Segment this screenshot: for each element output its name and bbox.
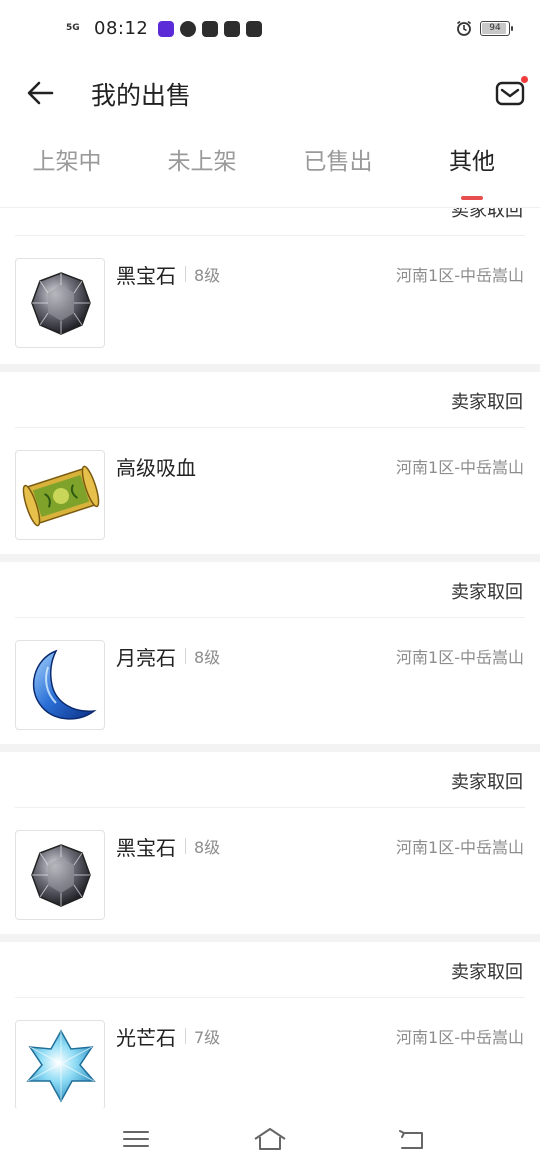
video-app-icon xyxy=(158,20,175,37)
card-body: 月亮石 8级 河南1区-中岳嵩山 xyxy=(0,618,540,752)
card-header: 卖家取回 xyxy=(15,208,525,236)
status-right: 94 xyxy=(456,20,513,36)
active-tab-indicator xyxy=(461,196,483,200)
black-gem-icon xyxy=(31,844,91,907)
item-thumbnail xyxy=(15,640,105,730)
home-button[interactable] xyxy=(252,1124,288,1154)
page-title: 我的出售 xyxy=(91,81,192,110)
scroll-icon xyxy=(22,465,100,527)
card-divider xyxy=(0,934,540,942)
app-header: 我的出售 xyxy=(0,60,540,126)
system-nav-bar xyxy=(0,1110,540,1170)
list-item[interactable]: 卖家取回 光芒石 7级 河南1区-中岳嵩山 xyxy=(0,942,540,1108)
compass-app-icon xyxy=(180,20,197,37)
back-nav-button[interactable] xyxy=(394,1124,430,1154)
tab-other[interactable]: 其他 xyxy=(417,142,527,176)
item-level: 7级 xyxy=(194,1028,221,1047)
home-icon xyxy=(254,1128,286,1150)
item-status: 卖家取回 xyxy=(451,208,523,221)
moonstone-icon xyxy=(32,649,97,720)
network-indicator: 5G xyxy=(66,23,80,33)
card-header: 卖家取回 xyxy=(15,752,525,808)
item-level: 8级 xyxy=(194,266,221,285)
card-divider xyxy=(0,554,540,562)
list-item[interactable]: 卖家取回 黑宝石 8级 河南1区-中岳嵩山 xyxy=(0,752,540,942)
item-level: 8级 xyxy=(194,838,221,857)
card-body: 黑宝石 8级 河南1区-中岳嵩山 xyxy=(0,236,540,370)
tab-bar: 上架中 未上架 已售出 其他 xyxy=(0,130,540,208)
black-gem-icon xyxy=(31,272,91,335)
item-thumbnail xyxy=(15,1020,105,1108)
item-server: 河南1区-中岳嵩山 xyxy=(396,266,524,285)
card-divider xyxy=(0,364,540,372)
card-body: 光芒石 7级 河南1区-中岳嵩山 xyxy=(0,998,540,1108)
tab-sold[interactable]: 已售出 xyxy=(283,142,393,176)
sale-list: 卖家取回 黑宝石 8级 河南1区-中岳嵩山 卖家取回 高级吸血 河南1区-中岳嵩… xyxy=(0,208,540,1108)
item-name: 黑宝石 xyxy=(116,836,176,860)
item-server: 河南1区-中岳嵩山 xyxy=(396,648,524,667)
at-app-icon xyxy=(224,20,241,37)
tab-not-listed[interactable]: 未上架 xyxy=(147,142,257,176)
radiant-stone-icon xyxy=(26,1029,96,1103)
item-server: 河南1区-中岳嵩山 xyxy=(396,1028,524,1047)
status-left: 5G 08:12 xyxy=(66,18,263,39)
status-time: 08:12 xyxy=(94,18,149,39)
alarm-icon xyxy=(457,20,471,36)
name-level-separator xyxy=(185,1028,186,1044)
item-server: 河南1区-中岳嵩山 xyxy=(396,838,524,857)
name-level-separator xyxy=(185,838,186,854)
mail-app-icon xyxy=(246,20,263,37)
menu-icon xyxy=(123,1131,149,1147)
item-thumbnail xyxy=(15,258,105,348)
status-bar: 5G 08:12 94 xyxy=(0,0,540,60)
item-name: 光芒石 xyxy=(116,1026,176,1050)
menu-button[interactable] xyxy=(118,1124,154,1154)
item-status: 卖家取回 xyxy=(451,582,523,603)
battery-label: 94 xyxy=(489,23,501,33)
battery-indicator: 94 xyxy=(480,20,513,36)
item-status: 卖家取回 xyxy=(451,962,523,983)
back-button[interactable] xyxy=(22,76,62,110)
card-body: 高级吸血 河南1区-中岳嵩山 xyxy=(0,428,540,562)
item-level: 8级 xyxy=(194,648,221,667)
return-icon xyxy=(399,1130,423,1149)
card-header: 卖家取回 xyxy=(15,562,525,618)
card-divider xyxy=(0,744,540,752)
item-status: 卖家取回 xyxy=(451,392,523,413)
card-header: 卖家取回 xyxy=(15,372,525,428)
item-name: 黑宝石 xyxy=(116,264,176,288)
arrow-left-icon xyxy=(27,81,54,105)
name-level-separator xyxy=(185,266,186,282)
card-body: 黑宝石 8级 河南1区-中岳嵩山 xyxy=(0,808,540,942)
item-server: 河南1区-中岳嵩山 xyxy=(396,458,524,477)
item-thumbnail xyxy=(15,450,105,540)
messages-button[interactable] xyxy=(493,76,529,110)
item-status: 卖家取回 xyxy=(451,772,523,793)
unread-dot xyxy=(521,76,528,83)
item-name: 月亮石 xyxy=(116,646,176,670)
youku-app-icon xyxy=(202,20,219,37)
list-item[interactable]: 卖家取回 月亮石 8级 河南1区-中岳嵩山 xyxy=(0,562,540,752)
list-item[interactable]: 黑宝石 8级 河南1区-中岳嵩山 xyxy=(0,236,540,370)
tab-on-sale[interactable]: 上架中 xyxy=(12,142,122,176)
item-thumbnail xyxy=(15,830,105,920)
list-item[interactable]: 卖家取回 高级吸血 河南1区-中岳嵩山 xyxy=(0,372,540,562)
name-level-separator xyxy=(185,648,186,664)
card-header: 卖家取回 xyxy=(15,942,525,998)
item-name: 高级吸血 xyxy=(116,456,196,480)
